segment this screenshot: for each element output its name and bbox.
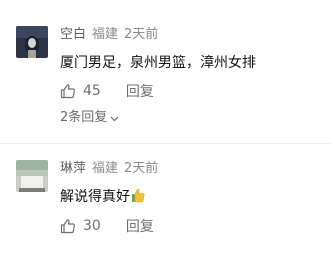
comment-text: 解说得真好 (60, 188, 145, 208)
like-button[interactable]: 45 (60, 83, 101, 99)
username[interactable]: 琳萍 (60, 161, 86, 176)
comment-meta: 空白 福建 2天前 (60, 27, 158, 43)
like-count: 30 (83, 218, 101, 234)
comment-text: 厦门男足，泉州男篮，漳州女排 (60, 55, 256, 71)
like-button[interactable]: 30 (60, 218, 101, 234)
divider (0, 143, 331, 144)
avatar[interactable] (16, 26, 48, 58)
comment-list: 空白 福建 2天前 厦门男足，泉州男篮，漳州女排 45 回复 2条回复 琳萍 福… (0, 0, 331, 253)
location: 福建 (92, 27, 119, 42)
like-count: 45 (83, 83, 101, 99)
comment-actions: 45 回复 (60, 81, 154, 101)
timestamp: 2天前 (124, 27, 159, 42)
location: 福建 (92, 161, 119, 176)
more-replies-toggle[interactable]: 2条回复 (60, 110, 119, 126)
avatar[interactable] (16, 160, 48, 192)
thumbs-up-outline-icon (60, 84, 76, 99)
chevron-down-icon (110, 116, 119, 121)
username[interactable]: 空白 (60, 27, 86, 42)
thumbs-up-emoji-icon (131, 188, 145, 208)
thumbs-up-outline-icon (60, 219, 76, 234)
comment-meta: 琳萍 福建 2天前 (60, 161, 158, 177)
comment-actions: 30 回复 (60, 216, 154, 236)
comment-text-body: 解说得真好 (60, 189, 130, 205)
more-replies-label: 2条回复 (60, 110, 108, 125)
reply-button[interactable]: 回复 (126, 81, 154, 101)
reply-button[interactable]: 回复 (126, 216, 154, 236)
timestamp: 2天前 (124, 161, 159, 176)
